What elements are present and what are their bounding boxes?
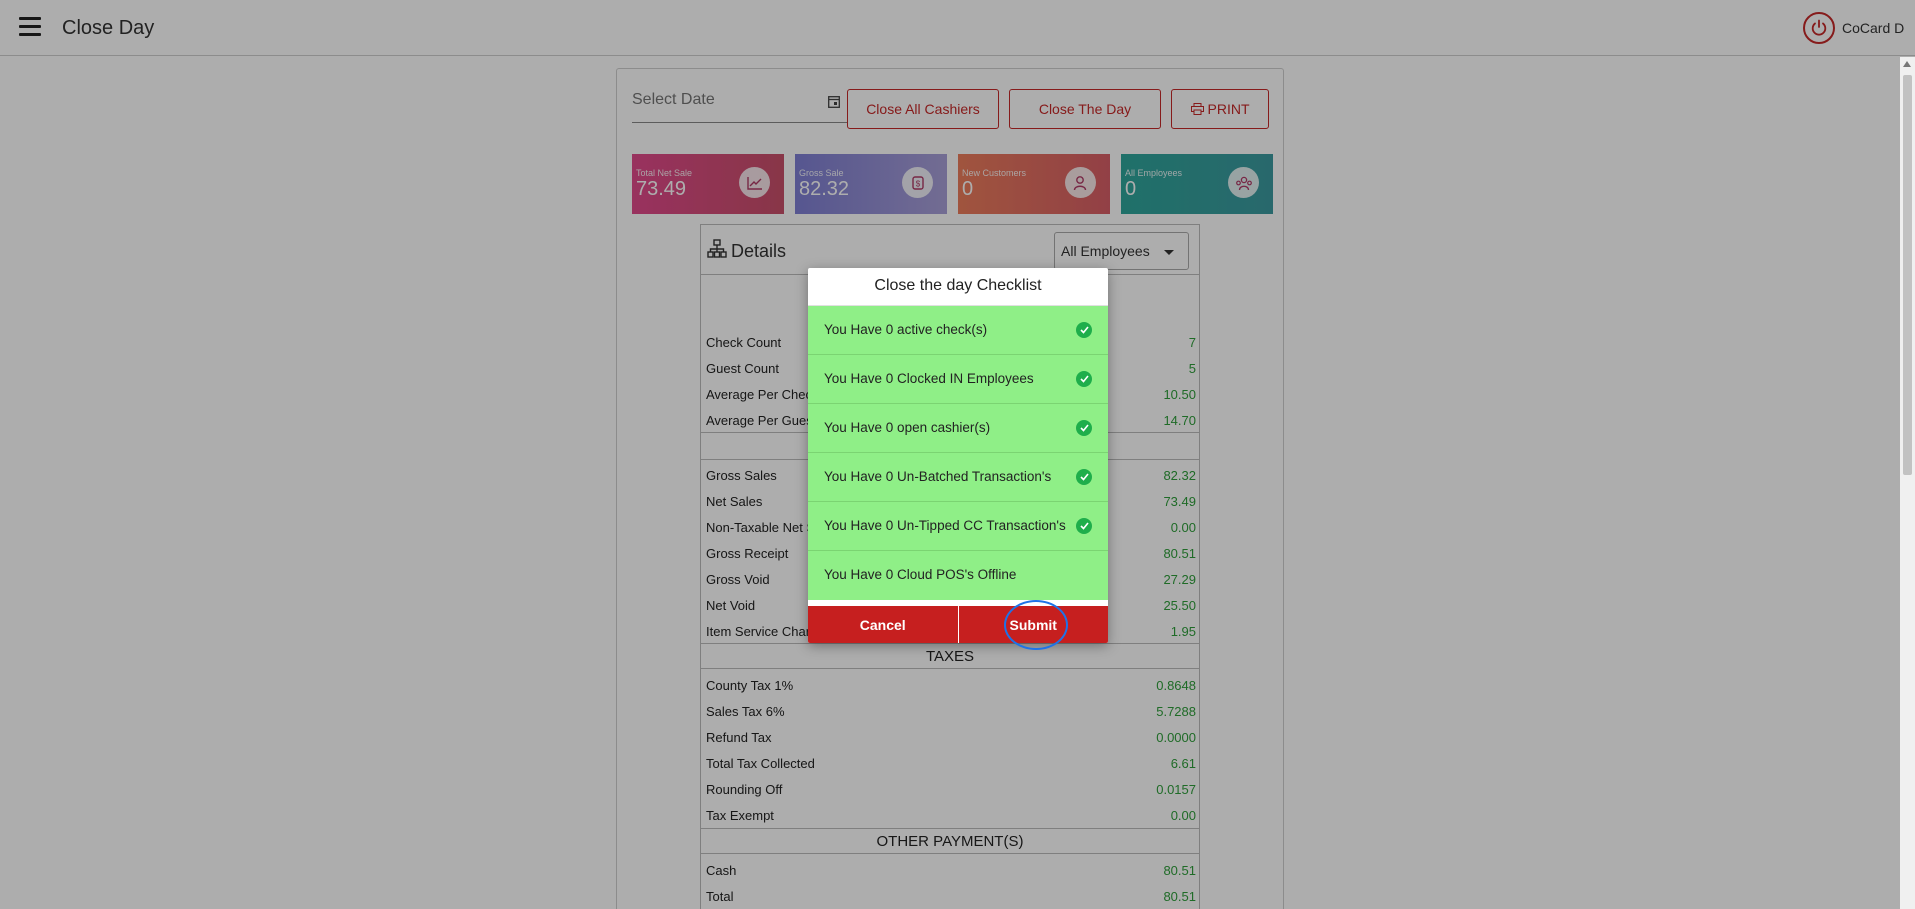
checklist-item: You Have 0 Un-Batched Transaction's [808, 453, 1108, 502]
checklist-item-text: You Have 0 Un-Tipped CC Transaction's [824, 518, 1066, 533]
close-day-checklist-dialog: Close the day Checklist You Have 0 activ… [808, 268, 1108, 643]
checklist-item-text: You Have 0 Clocked IN Employees [824, 371, 1034, 386]
dialog-title: Close the day Checklist [808, 268, 1108, 306]
submit-button[interactable]: Submit [958, 606, 1108, 643]
check-circle-icon [1076, 518, 1092, 534]
page-scrollbar[interactable] [1900, 57, 1915, 909]
scroll-up-icon[interactable] [1903, 61, 1911, 67]
check-circle-icon [1076, 371, 1092, 387]
scroll-thumb[interactable] [1903, 75, 1912, 475]
checklist-item-text: You Have 0 Un-Batched Transaction's [824, 469, 1052, 484]
cancel-button[interactable]: Cancel [808, 606, 959, 643]
dialog-actions: Cancel Submit [808, 606, 1108, 643]
checklist-item: You Have 0 active check(s) [808, 306, 1108, 355]
checklist-item: You Have 0 Clocked IN Employees [808, 355, 1108, 404]
checklist: You Have 0 active check(s) You Have 0 Cl… [808, 306, 1108, 600]
checklist-item-text: You Have 0 Cloud POS's Offline [824, 567, 1017, 582]
checklist-item: You Have 0 Cloud POS's Offline [808, 551, 1108, 600]
checklist-item-text: You Have 0 active check(s) [824, 322, 988, 337]
checklist-item: You Have 0 Un-Tipped CC Transaction's [808, 502, 1108, 551]
check-circle-icon [1076, 469, 1092, 485]
checklist-item: You Have 0 open cashier(s) [808, 404, 1108, 453]
check-circle-icon [1076, 322, 1092, 338]
check-circle-icon [1076, 420, 1092, 436]
checklist-item-text: You Have 0 open cashier(s) [824, 420, 991, 435]
